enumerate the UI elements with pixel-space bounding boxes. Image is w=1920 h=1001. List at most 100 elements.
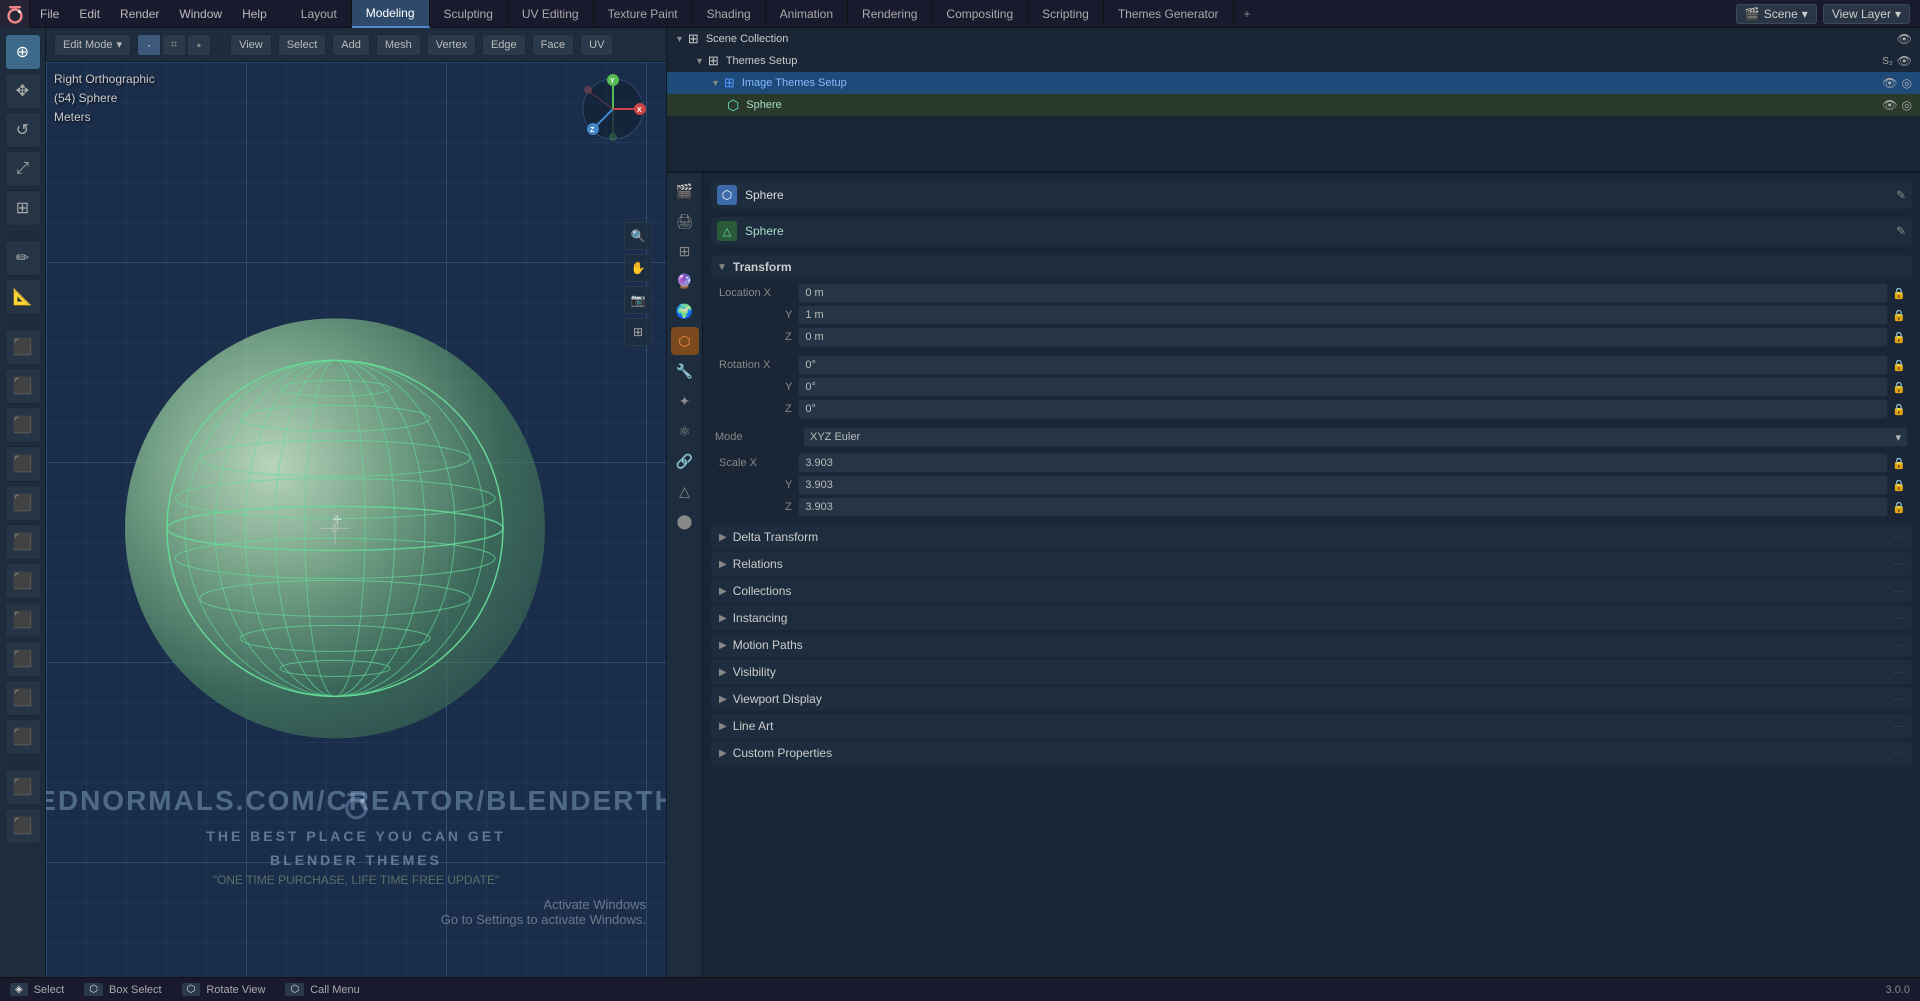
sphere-visibility[interactable]: 👁 bbox=[1882, 98, 1897, 112]
data-props-icon[interactable]: △ bbox=[671, 477, 699, 505]
camera-icon[interactable]: 📷 bbox=[624, 286, 652, 314]
tab-compositing[interactable]: Compositing bbox=[932, 0, 1028, 28]
add-cube-tool[interactable]: ⬛ bbox=[5, 329, 41, 365]
help-menu[interactable]: Help bbox=[232, 0, 277, 28]
motion-paths-header[interactable]: ▶ Motion Paths ··· bbox=[711, 633, 1912, 657]
line-art-header[interactable]: ▶ Line Art ··· bbox=[711, 714, 1912, 738]
rotation-mode-dropdown[interactable]: XYZ Euler ▾ bbox=[803, 427, 1908, 447]
edge-menu-btn[interactable]: Edge bbox=[482, 34, 526, 56]
modifier-props-icon[interactable]: 🔧 bbox=[671, 357, 699, 385]
scale-x-value[interactable]: 3.903 bbox=[798, 453, 1888, 473]
mesh-name-edit-icon[interactable]: ✎ bbox=[1896, 224, 1906, 238]
tab-texture-paint[interactable]: Texture Paint bbox=[594, 0, 693, 28]
edit-menu[interactable]: Edit bbox=[69, 0, 110, 28]
mesh-menu-btn[interactable]: Mesh bbox=[376, 34, 421, 56]
scale-x-lock[interactable]: 🔒 bbox=[1890, 453, 1908, 473]
image-themes-visibility[interactable]: 👁 bbox=[1882, 76, 1897, 90]
scale-y-lock[interactable]: 🔒 bbox=[1890, 475, 1908, 495]
extrude-tool[interactable]: ⬛ bbox=[5, 368, 41, 404]
edit-mode-dropdown[interactable]: Edit Mode ▾ bbox=[54, 34, 131, 56]
shrink-fatten-tool[interactable]: ⬛ bbox=[5, 719, 41, 755]
scene-selector[interactable]: 🎬 Scene ▾ bbox=[1736, 4, 1817, 24]
move-tool[interactable]: ✥ bbox=[5, 73, 41, 109]
tab-animation[interactable]: Animation bbox=[766, 0, 848, 28]
edge-slide-tool[interactable]: ⬛ bbox=[5, 680, 41, 716]
axis-gizmo[interactable]: Y X Z bbox=[578, 74, 648, 147]
visibility-header[interactable]: ▶ Visibility ··· bbox=[711, 660, 1912, 684]
face-menu-btn[interactable]: Face bbox=[532, 34, 574, 56]
material-props-icon[interactable]: ⬤ bbox=[671, 507, 699, 535]
rotation-z-lock[interactable]: 🔒 bbox=[1890, 399, 1908, 419]
rotation-x-value[interactable]: 0° bbox=[798, 355, 1888, 375]
location-x-value[interactable]: 0 m bbox=[798, 283, 1888, 303]
measure-tool[interactable]: 📐 bbox=[5, 279, 41, 315]
scale-z-value[interactable]: 3.903 bbox=[798, 497, 1888, 517]
tab-layout[interactable]: Layout bbox=[287, 0, 352, 28]
bevel-tool[interactable]: ⬛ bbox=[5, 446, 41, 482]
object-props-icon[interactable]: ⬡ bbox=[671, 327, 699, 355]
location-y-lock[interactable]: 🔒 bbox=[1890, 305, 1908, 325]
rotation-z-value[interactable]: 0° bbox=[798, 399, 1888, 419]
outliner-scene-collection[interactable]: ▼ ⊞ Scene Collection 👁 bbox=[667, 28, 1920, 50]
scale-tool[interactable]: ⤢ bbox=[5, 151, 41, 187]
tab-themes-generator[interactable]: Themes Generator bbox=[1104, 0, 1234, 28]
constraints-props-icon[interactable]: 🔗 bbox=[671, 447, 699, 475]
render-props-icon[interactable]: 🎬 bbox=[671, 177, 699, 205]
themes-setup-visibility[interactable]: 👁 bbox=[1897, 54, 1912, 68]
relations-header[interactable]: ▶ Relations ··· bbox=[711, 552, 1912, 576]
add-menu-btn[interactable]: Add bbox=[332, 34, 370, 56]
inset-tool[interactable]: ⬛ bbox=[5, 407, 41, 443]
object-name-edit-icon[interactable]: ✎ bbox=[1896, 188, 1906, 202]
file-menu[interactable]: File bbox=[30, 0, 69, 28]
uv-menu-btn[interactable]: UV bbox=[580, 34, 613, 56]
rotate-tool[interactable]: ↺ bbox=[5, 112, 41, 148]
physics-props-icon[interactable]: ⚛ bbox=[671, 417, 699, 445]
tab-uv-editing[interactable]: UV Editing bbox=[508, 0, 594, 28]
edge-mode-btn[interactable]: ⌗ bbox=[162, 34, 186, 56]
tab-shading[interactable]: Shading bbox=[693, 0, 766, 28]
viewport-3d[interactable]: Right Orthographic (54) Sphere Meters bbox=[46, 62, 666, 977]
outliner-image-themes-setup[interactable]: ▼ ⊞ Image Themes Setup 👁 ◎ bbox=[667, 72, 1920, 94]
add-workspace-tab[interactable]: + bbox=[1234, 0, 1261, 28]
face-mode-btn[interactable]: ▪ bbox=[187, 34, 211, 56]
rotation-x-lock[interactable]: 🔒 bbox=[1890, 355, 1908, 375]
location-z-value[interactable]: 0 m bbox=[798, 327, 1888, 347]
particles-props-icon[interactable]: ✦ bbox=[671, 387, 699, 415]
custom-properties-header[interactable]: ▶ Custom Properties ··· bbox=[711, 741, 1912, 765]
loop-cut-tool[interactable]: ⬛ bbox=[5, 485, 41, 521]
tab-rendering[interactable]: Rendering bbox=[848, 0, 932, 28]
to-sphere-tool[interactable]: ⬛ bbox=[5, 808, 41, 844]
grid-icon[interactable]: ⊞ bbox=[624, 318, 652, 346]
outliner-sphere[interactable]: ⬡ Sphere 👁 ◎ bbox=[667, 94, 1920, 116]
sphere-select-icon[interactable]: ◎ bbox=[1902, 98, 1912, 112]
zoom-icon[interactable]: 🔍 bbox=[624, 222, 652, 250]
annotate-tool[interactable]: ✏ bbox=[5, 240, 41, 276]
transform-tool[interactable]: ⊞ bbox=[5, 190, 41, 226]
location-z-lock[interactable]: 🔒 bbox=[1890, 327, 1908, 347]
scene-collection-visibility[interactable]: 👁 bbox=[1897, 32, 1912, 46]
world-props-icon[interactable]: 🌍 bbox=[671, 297, 699, 325]
tab-scripting[interactable]: Scripting bbox=[1028, 0, 1104, 28]
shear-tool[interactable]: ⬛ bbox=[5, 769, 41, 805]
viewport-display-header[interactable]: ▶ Viewport Display ··· bbox=[711, 687, 1912, 711]
output-props-icon[interactable]: 🖨 bbox=[671, 207, 699, 235]
location-y-value[interactable]: 1 m bbox=[798, 305, 1888, 325]
rotation-y-value[interactable]: 0° bbox=[798, 377, 1888, 397]
location-x-lock[interactable]: 🔒 bbox=[1890, 283, 1908, 303]
delta-transform-header[interactable]: ▶ Delta Transform ··· bbox=[711, 525, 1912, 549]
poly-build-tool[interactable]: ⬛ bbox=[5, 563, 41, 599]
instancing-header[interactable]: ▶ Instancing ··· bbox=[711, 606, 1912, 630]
vertex-mode-btn[interactable]: · bbox=[137, 34, 161, 56]
scale-z-lock[interactable]: 🔒 bbox=[1890, 497, 1908, 517]
select-menu-btn[interactable]: Select bbox=[278, 34, 327, 56]
vertex-menu-btn[interactable]: Vertex bbox=[427, 34, 476, 56]
image-themes-select[interactable]: ◎ bbox=[1902, 76, 1912, 90]
window-menu[interactable]: Window bbox=[169, 0, 232, 28]
cursor-tool[interactable]: ⊕ bbox=[5, 34, 41, 70]
render-menu[interactable]: Render bbox=[110, 0, 169, 28]
knife-tool[interactable]: ⬛ bbox=[5, 524, 41, 560]
transform-section-header[interactable]: ▼ Transform bbox=[711, 255, 1912, 279]
view-layer-selector[interactable]: View Layer ▾ bbox=[1823, 4, 1910, 24]
collections-header[interactable]: ▶ Collections ··· bbox=[711, 579, 1912, 603]
tab-modeling[interactable]: Modeling bbox=[352, 0, 430, 28]
